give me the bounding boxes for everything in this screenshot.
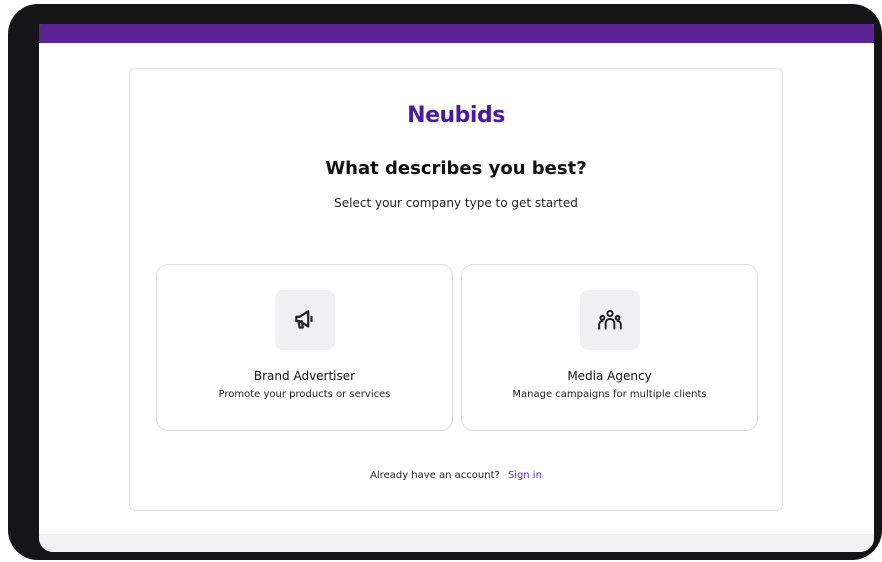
option-description: Manage campaigns for multiple clients <box>512 389 707 400</box>
page-subtitle: Select your company type to get started <box>334 196 578 210</box>
option-icon-container <box>579 290 640 350</box>
page-title: What describes you best? <box>325 158 587 179</box>
screen: Neubids What describes you best? Select … <box>39 24 874 552</box>
option-description: Promote your products or services <box>218 389 391 400</box>
signin-link[interactable]: Sign in <box>508 470 542 481</box>
brand-logo: Neubids <box>407 103 505 128</box>
megaphone-icon <box>294 310 313 329</box>
option-title: Media Agency <box>567 369 652 383</box>
option-media-agency[interactable]: Media Agency Manage campaigns for multip… <box>461 264 758 431</box>
option-icon-container <box>274 290 335 350</box>
device-frame: Neubids What describes you best? Select … <box>8 4 882 560</box>
users-group-icon <box>597 309 622 330</box>
onboarding-card: Neubids What describes you best? Select … <box>129 68 783 511</box>
option-brand-advertiser[interactable]: Brand Advertiser Promote your products o… <box>156 264 453 431</box>
bottom-strip <box>39 534 874 552</box>
top-accent-bar <box>39 24 874 43</box>
signin-footer: Already have an account? Sign in <box>130 470 782 481</box>
option-title: Brand Advertiser <box>253 369 356 383</box>
signin-prompt: Already have an account? <box>370 470 500 481</box>
